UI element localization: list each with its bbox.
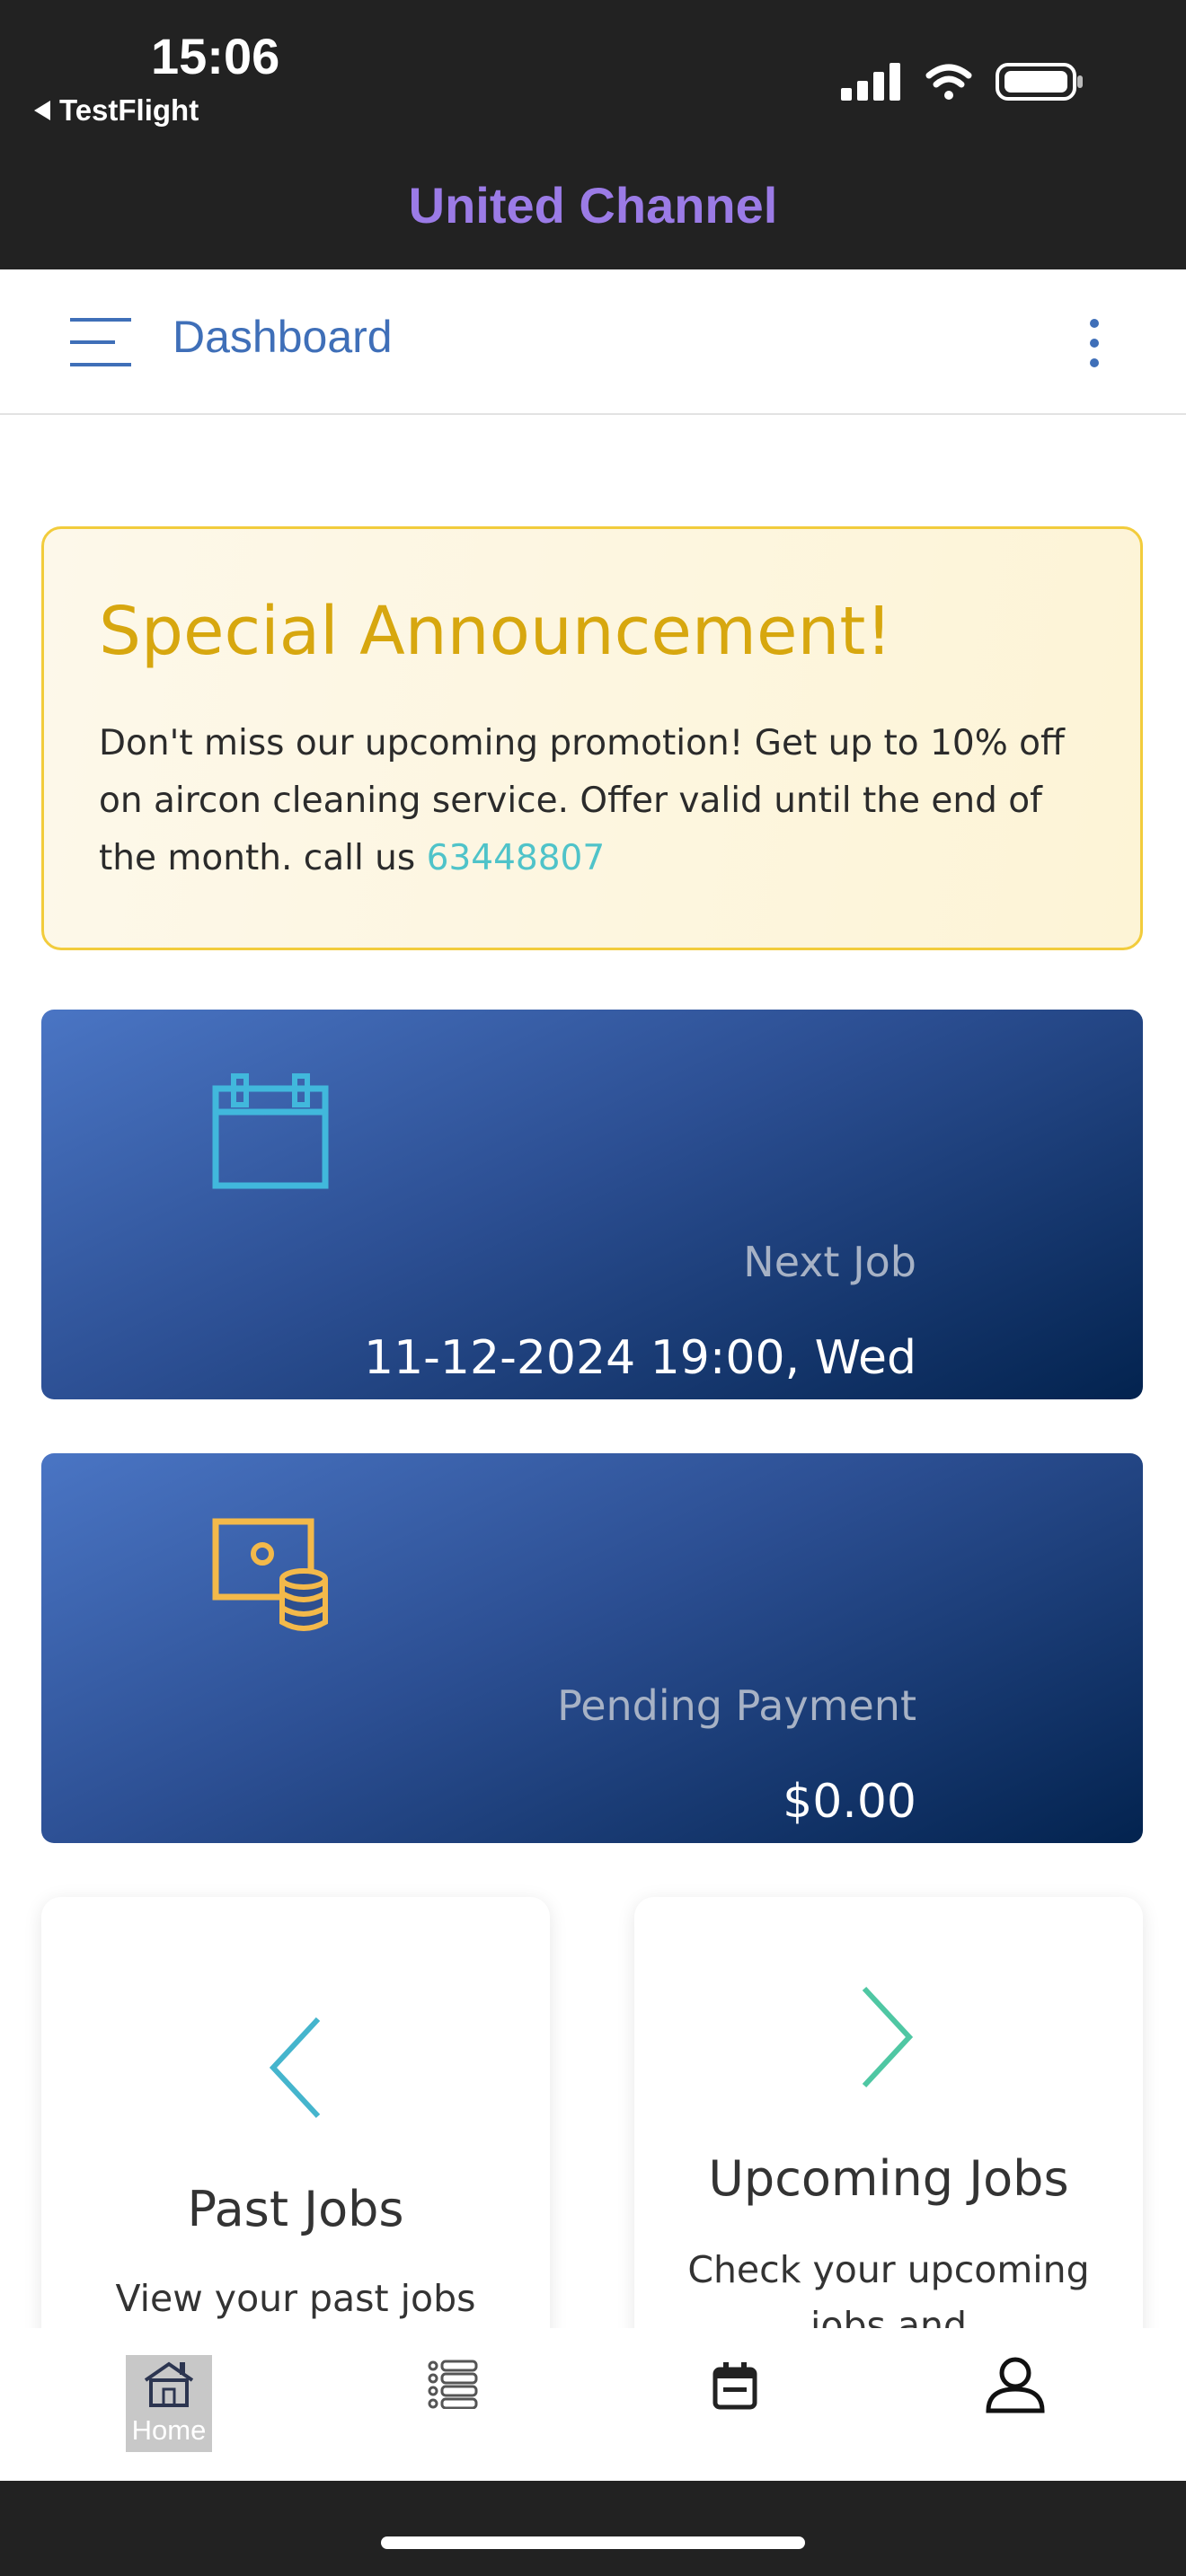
app-title: United Channel xyxy=(408,177,778,234)
announcement-body: Don't miss our upcoming promotion! Get u… xyxy=(99,715,1096,887)
chevron-right-icon xyxy=(862,1986,914,2088)
back-to-testflight-button[interactable]: TestFlight xyxy=(34,93,199,128)
phone-link[interactable]: 63448807 xyxy=(427,838,606,878)
announcement-title: Special Announcement! xyxy=(99,593,893,670)
wifi-icon xyxy=(925,64,972,100)
back-arrow-icon xyxy=(34,101,50,120)
next-job-value: 11-12-2024 19:00, Wed xyxy=(363,1331,916,1385)
signal-icon xyxy=(841,63,900,101)
home-indicator-area xyxy=(0,2481,1186,2576)
calendar-tab-icon[interactable] xyxy=(712,2360,758,2411)
home-indicator[interactable] xyxy=(381,2536,805,2549)
page-title: Dashboard xyxy=(173,312,393,362)
back-app-label: TestFlight xyxy=(59,93,199,127)
pending-payment-label: Pending Payment xyxy=(557,1681,916,1730)
profile-icon[interactable] xyxy=(985,2355,1046,2414)
home-icon xyxy=(144,2361,194,2407)
pending-payment-value: $0.00 xyxy=(783,1775,916,1829)
past-jobs-title: Past Jobs xyxy=(187,2181,404,2237)
tab-home-label: Home xyxy=(131,2414,207,2446)
status-icons xyxy=(841,63,1083,101)
more-options-icon[interactable] xyxy=(1078,316,1111,370)
calendar-icon xyxy=(212,1073,329,1189)
past-jobs-description: View your past jobs xyxy=(115,2277,476,2320)
status-time: 15:06 xyxy=(151,28,280,84)
list-icon[interactable] xyxy=(426,2359,480,2409)
battery-icon xyxy=(996,63,1083,101)
next-job-label: Next Job xyxy=(743,1238,916,1286)
upcoming-jobs-title: Upcoming Jobs xyxy=(708,2150,1069,2207)
menu-icon[interactable] xyxy=(70,316,135,368)
chevron-left-icon xyxy=(269,2016,321,2119)
payment-icon xyxy=(212,1518,328,1631)
